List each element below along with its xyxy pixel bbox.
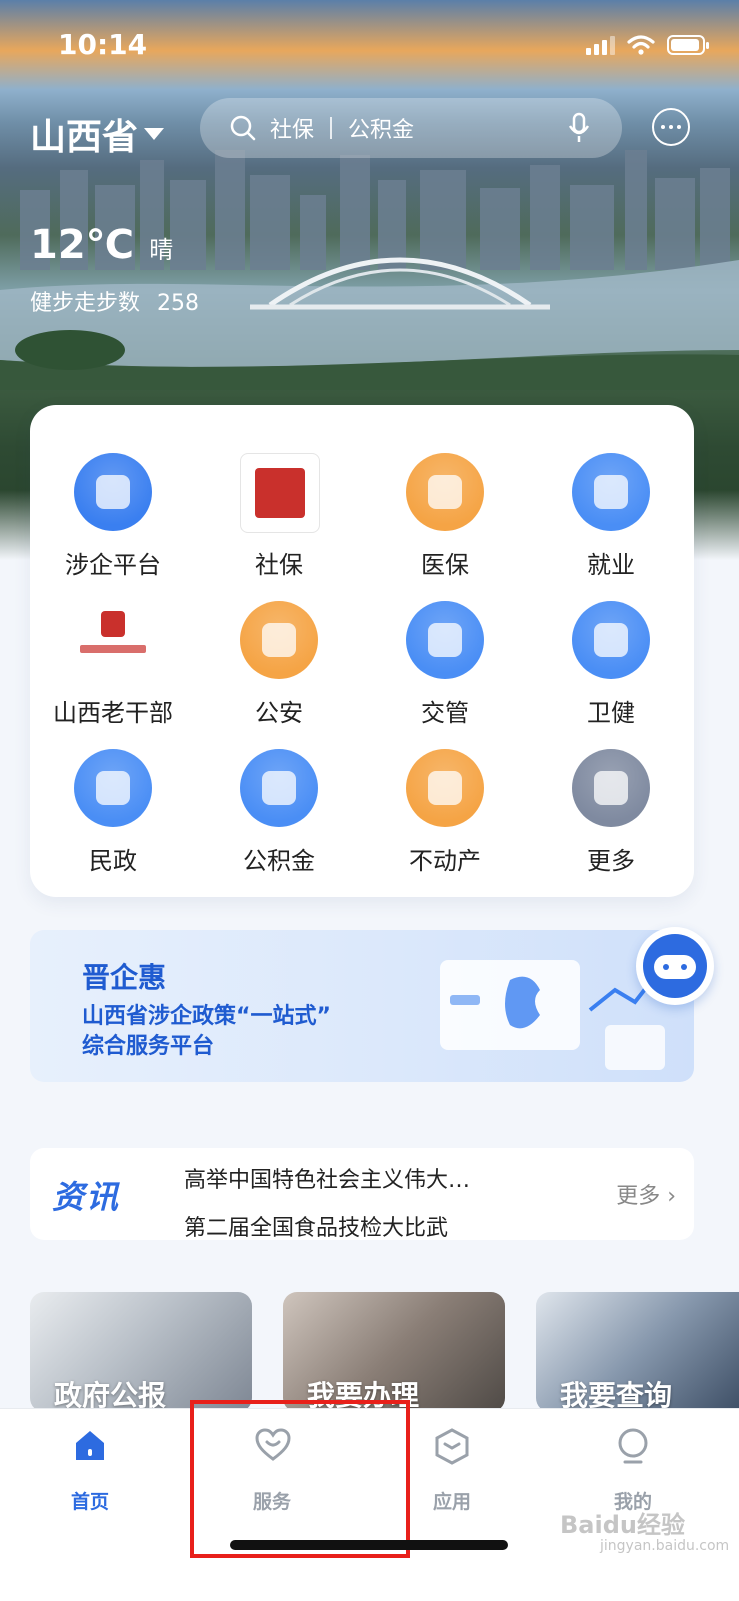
more-grid-icon <box>572 749 650 827</box>
promo-banner[interactable]: 晋企惠 山西省涉企政策“一站式” 综合服务平台 <box>30 930 694 1082</box>
weather-condition: 晴 <box>149 236 174 264</box>
service-item[interactable]: 山西老干部 <box>30 555 196 727</box>
status-bar: 10:14 <box>0 0 739 90</box>
weather-widget[interactable]: 12℃ 晴 <box>30 222 173 268</box>
veteran-cadre-logo-icon <box>74 601 152 679</box>
tab-label: 首页 <box>70 1491 109 1513</box>
service-grid-card: 涉企平台 社保 医保 就业山西老干部 公安 交管 卫健民政 公积金 不动产 更多 <box>30 405 694 897</box>
news-headline-1[interactable]: 高举中国特色社会主义伟大… <box>184 1162 470 1194</box>
location-selector[interactable]: 山西省 <box>30 108 165 160</box>
steps-label: 健步走步数 <box>30 291 141 316</box>
dot-icon <box>677 125 681 129</box>
cube-icon <box>435 1428 469 1465</box>
home-icon <box>76 1431 104 1460</box>
quick-card-label: 政府公报 <box>54 1379 167 1412</box>
service-item[interactable]: 公安 <box>196 555 362 727</box>
search-divider <box>330 117 333 139</box>
dot-icon <box>669 125 673 129</box>
profile-icon <box>618 1428 648 1464</box>
highlight-annotation-box <box>190 1400 410 1558</box>
news-tag: 资讯 <box>52 1178 121 1216</box>
service-label: 民政 <box>89 847 137 875</box>
temperature: 12℃ <box>30 222 135 268</box>
traffic-light-icon <box>406 601 484 679</box>
enterprise-platform-icon <box>74 453 152 531</box>
service-item[interactable]: 涉企平台 <box>30 407 196 579</box>
quick-card-label: 我要查询 <box>560 1379 673 1412</box>
employment-briefcase-icon <box>572 453 650 531</box>
service-item[interactable]: 社保 <box>196 407 362 579</box>
quick-card-query[interactable]: 我要查询 <box>536 1292 739 1412</box>
service-item[interactable]: 不动产 <box>362 703 528 875</box>
medical-insurance-icon <box>406 453 484 531</box>
search-bar[interactable]: 社保 公积金 <box>200 98 622 158</box>
quick-card-gazette[interactable]: 政府公报 <box>30 1292 252 1412</box>
signal-icon <box>586 35 615 55</box>
location-label: 山西省 <box>30 117 139 158</box>
service-label: 更多 <box>587 847 635 875</box>
search-icon <box>230 115 256 141</box>
watermark-logo: Baidu经验 <box>560 1511 685 1539</box>
bridge-image <box>250 257 550 310</box>
robot-icon <box>643 934 707 998</box>
dot-icon <box>661 125 665 129</box>
social-security-seal-icon <box>240 453 320 533</box>
service-item[interactable]: 卫健 <box>528 555 694 727</box>
steps-value: 258 <box>157 291 200 316</box>
service-item[interactable]: 就业 <box>528 407 694 579</box>
news-headline-2[interactable]: 第二届全国食品技检大比武 <box>184 1210 448 1240</box>
health-heart-icon <box>572 601 650 679</box>
home-indicator[interactable] <box>230 1540 508 1550</box>
battery-icon <box>667 35 709 55</box>
chevron-down-icon <box>144 128 165 140</box>
service-item[interactable]: 公积金 <box>196 703 362 875</box>
service-item[interactable]: 民政 <box>30 703 196 875</box>
status-time: 10:14 <box>58 28 148 61</box>
assistant-robot-button[interactable] <box>636 927 714 1005</box>
service-label: 公积金 <box>243 847 315 875</box>
service-item[interactable]: 交管 <box>362 555 528 727</box>
watermark-url: jingyan.baidu.com <box>600 1538 730 1554</box>
service-label: 不动产 <box>409 847 481 875</box>
step-counter[interactable]: 健步走步数 258 <box>30 285 199 317</box>
service-item[interactable]: 更多 <box>528 703 694 875</box>
banner-title: 晋企惠 <box>82 961 167 994</box>
service-grid: 涉企平台 社保 医保 就业山西老干部 公安 交管 卫健民政 公积金 不动产 更多 <box>30 405 694 897</box>
search-hint-2: 公积金 <box>348 118 415 143</box>
quick-card-handle[interactable]: 我要办理 <box>283 1292 505 1412</box>
more-options-button[interactable] <box>652 108 690 146</box>
tab-label: 应用 <box>432 1491 471 1513</box>
real-estate-building-icon <box>406 749 484 827</box>
banner-line-1: 山西省涉企政策“一站式” <box>82 1004 331 1029</box>
civil-affairs-icon <box>74 749 152 827</box>
microphone-icon[interactable] <box>568 112 590 144</box>
service-item[interactable]: 医保 <box>362 407 528 579</box>
police-badge-icon <box>240 601 318 679</box>
banner-line-2: 综合服务平台 <box>82 1034 215 1059</box>
quick-cards: 政府公报 我要办理 我要查询 <box>0 1292 739 1412</box>
news-more-link[interactable]: 更多 › <box>616 1178 676 1210</box>
news-ticker[interactable]: 资讯 高举中国特色社会主义伟大… 第二届全国食品技检大比武 更多 › <box>30 1148 694 1240</box>
search-hint-1: 社保 <box>270 118 315 143</box>
housing-fund-icon <box>240 749 318 827</box>
wifi-icon <box>627 35 655 55</box>
